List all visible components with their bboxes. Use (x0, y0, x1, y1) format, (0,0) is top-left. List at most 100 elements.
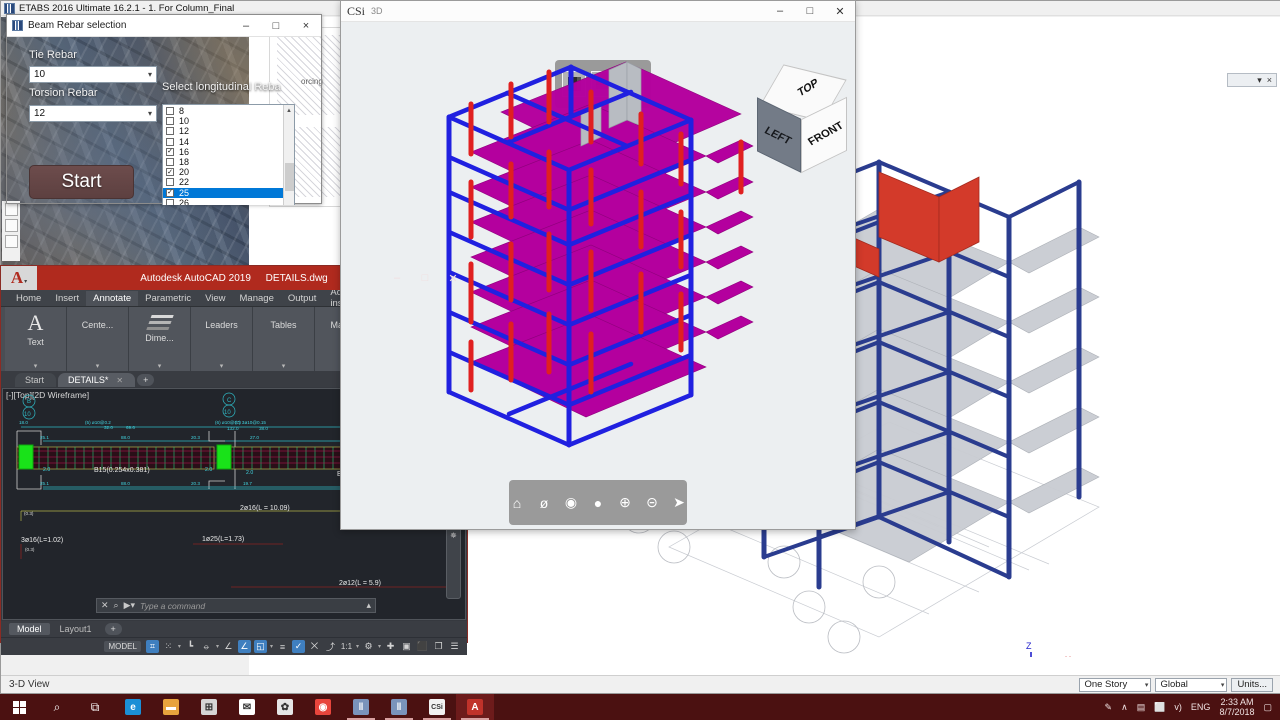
panel-expand-icon[interactable]: ▾ (34, 362, 38, 370)
taskbar-edge-icon[interactable]: e (114, 694, 152, 720)
csi-maximize-button[interactable]: □ (795, 1, 825, 22)
rebar-list-item[interactable]: 26 (163, 198, 283, 205)
scrollbar-thumb[interactable] (285, 163, 294, 191)
taskbar-chrome-icon[interactable]: ◉ (304, 694, 342, 720)
rebar-list-item[interactable]: 8 (163, 106, 283, 116)
ribbon-panel-tables[interactable]: Tables▾ (253, 307, 315, 371)
etabs-docked-panel-bar[interactable]: ▾ × (1227, 73, 1277, 87)
rebar-checkbox[interactable] (166, 178, 174, 186)
taskbar-store-icon[interactable]: ⊞ (190, 694, 228, 720)
panel-close-icon[interactable]: × (1267, 75, 1272, 85)
zoom-in-icon[interactable]: ⊕ (617, 494, 633, 511)
chevron-down-icon[interactable]: ▾ (216, 643, 219, 650)
command-tool-icon[interactable]: ⌕ (114, 600, 119, 611)
status-toggle-icon[interactable]: ⌗ (146, 640, 159, 653)
taskbar-autocad-icon[interactable]: A (456, 694, 494, 720)
rebar-checkbox[interactable] (166, 158, 174, 166)
status-toggle-icon[interactable]: ▣ (400, 640, 413, 653)
ribbon-tab-parametric[interactable]: Parametric (138, 291, 198, 306)
panel-expand-icon[interactable]: ▾ (220, 362, 224, 370)
taskbar-mail-icon[interactable]: ✉ (228, 694, 266, 720)
scroll-up-icon[interactable]: ▲ (284, 105, 294, 116)
panel-dropdown-icon[interactable]: ▾ (1257, 75, 1262, 86)
volume-icon[interactable]: ᴠ) (1174, 702, 1182, 712)
csi-close-button[interactable]: ✕ (825, 1, 855, 22)
show-icon[interactable]: ◉ (563, 494, 579, 511)
command-close-icon[interactable]: ✕ (101, 600, 109, 611)
status-toggle-icon[interactable]: ≡ (276, 640, 289, 653)
layout-tab-model[interactable]: Model (9, 623, 50, 635)
rebar-checkbox[interactable] (166, 127, 174, 135)
ribbon-tab-view[interactable]: View (198, 291, 232, 306)
ribbon-tab-insert[interactable]: Insert (48, 291, 86, 306)
ribbon-tab-manage[interactable]: Manage (233, 291, 281, 306)
csi-minimize-button[interactable]: – (765, 1, 795, 22)
status-toggle-icon[interactable]: ⦵ (200, 640, 213, 653)
status-toggle-icon[interactable]: ⚙ (362, 640, 375, 653)
rebar-list-item[interactable]: 18 (163, 157, 283, 167)
rebar-checkbox[interactable]: ✓ (166, 168, 174, 176)
status-toggle-icon[interactable]: ⬛ (416, 640, 429, 653)
select-icon[interactable]: ➤ (671, 494, 687, 511)
coordinate-selector[interactable]: Global ▾ (1155, 678, 1227, 692)
rebar-checkbox[interactable]: ✓ (166, 189, 174, 197)
rebar-list-scrollbar[interactable]: ▲ ▼ (283, 105, 294, 205)
chevron-down-icon[interactable]: ▾ (270, 643, 273, 650)
tie-rebar-select[interactable]: 10 ▾ (29, 66, 157, 83)
status-toggle-icon[interactable]: ◱ (254, 640, 267, 653)
command-input[interactable]: Type a command (140, 601, 205, 611)
rebar-list-item[interactable]: 12 (163, 126, 283, 136)
taskbar-task-view-icon[interactable]: ⧉ (76, 694, 114, 720)
chevron-down-icon[interactable]: ▾ (178, 643, 181, 650)
taskbar-start-button[interactable] (0, 694, 38, 720)
status-toggle-icon[interactable]: ∠ (238, 640, 251, 653)
autocad-command-line[interactable]: ✕ ⌕ ▶▾ Type a command ▴ (96, 598, 376, 613)
status-toggle-icon[interactable]: ⤴ (324, 640, 337, 653)
chevron-up-icon[interactable]: ∧ (1121, 702, 1128, 713)
rebar-list-item[interactable]: ✓20 (163, 167, 283, 177)
rebar-list-item[interactable]: ✓16 (163, 147, 283, 157)
network-icon[interactable]: ▤ (1137, 702, 1146, 713)
status-toggle-icon[interactable]: ∠ (222, 640, 235, 653)
pen-icon[interactable]: ✎ (1105, 702, 1113, 713)
torsion-rebar-select[interactable]: 12 ▾ (29, 105, 157, 122)
close-icon[interactable]: ✕ (116, 376, 123, 385)
status-toggle-icon[interactable]: ❐ (432, 640, 445, 653)
add-layout-icon[interactable]: + (105, 623, 122, 635)
rebar-checkbox[interactable]: ✓ (166, 148, 174, 156)
panel-expand-icon[interactable]: ▾ (96, 362, 100, 370)
ribbon-panel-cente[interactable]: Cente...▾ (67, 307, 129, 371)
open-model-icon[interactable] (5, 219, 18, 232)
rebar-checkbox[interactable] (166, 107, 174, 115)
taskbar-file-explorer-icon[interactable]: ▬ (152, 694, 190, 720)
units-button[interactable]: Units... (1231, 678, 1273, 692)
taskbar-paint-icon[interactable]: ✿ (266, 694, 304, 720)
status-toggle-icon[interactable]: ☰ (448, 640, 461, 653)
save-model-icon[interactable] (5, 235, 18, 248)
rebar-minimize-button[interactable]: – (231, 15, 261, 36)
rebar-maximize-button[interactable]: □ (261, 15, 291, 36)
taskbar-etabs-icon-1[interactable]: ‖ (342, 694, 380, 720)
taskbar-search-icon[interactable]: ⌕ (38, 694, 76, 720)
rebar-list-item[interactable]: 10 (163, 116, 283, 126)
taskbar-etabs-icon-2[interactable]: ‖ (380, 694, 418, 720)
zoom-out-icon[interactable]: ⊝ (644, 494, 660, 511)
ribbon-tab-annotate[interactable]: Annotate (86, 291, 138, 306)
rebar-close-button[interactable]: × (291, 15, 321, 36)
longitudinal-rebar-list[interactable]: 8101214✓1618✓2022✓252628 ▲ ▼ (162, 104, 295, 205)
status-toggle-icon[interactable]: ✚ (384, 640, 397, 653)
layout-tab-layout1[interactable]: Layout1 (52, 623, 100, 635)
action-center-icon[interactable]: ▢ (1263, 702, 1272, 713)
monitor-icon[interactable]: ⬜ (1154, 702, 1165, 713)
file-tab-details[interactable]: DETAILS*✕ (58, 373, 135, 387)
ribbon-panel-leaders[interactable]: Leaders▾ (191, 307, 253, 371)
ribbon-tab-output[interactable]: Output (281, 291, 324, 306)
story-selector[interactable]: One Story ▾ (1079, 678, 1151, 692)
status-toggle-icon[interactable]: ✓ (292, 640, 305, 653)
rebar-checkbox[interactable] (166, 117, 174, 125)
chevron-down-icon[interactable]: ▾ (378, 643, 381, 650)
command-expand-icon[interactable]: ▴ (366, 600, 371, 611)
rebar-list-item[interactable]: 14 (163, 137, 283, 147)
home-icon[interactable]: ⌂ (509, 494, 525, 511)
annotation-scale-label[interactable]: 1:1 (340, 640, 353, 653)
